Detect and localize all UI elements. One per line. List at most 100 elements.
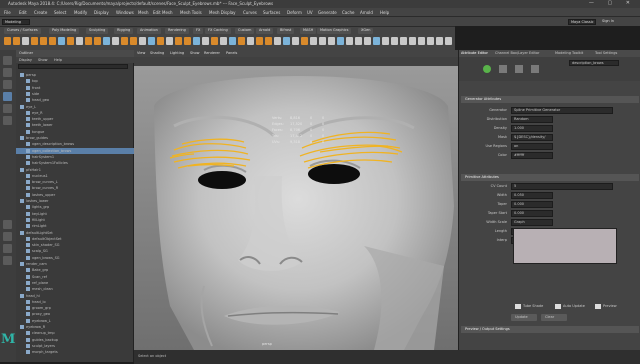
outliner-row[interactable]: lashes_upper: [16, 192, 134, 198]
shelf-tool-icon[interactable]: [274, 37, 281, 45]
outliner-row[interactable]: tongue: [16, 129, 134, 135]
tab-modeling-toolkit[interactable]: Modeling Toolkit: [555, 51, 583, 55]
menu-edit-mesh[interactable]: Edit Mesh: [153, 10, 173, 15]
menu-generate[interactable]: Generate: [318, 10, 337, 15]
attr-field[interactable]: 0.050: [511, 192, 553, 199]
shelf-tool-icon[interactable]: [202, 37, 209, 45]
outliner-row[interactable]: Bake_grp: [16, 267, 134, 273]
outliner-row[interactable]: ref_plane: [16, 280, 134, 286]
check-auto-update[interactable]: [555, 304, 561, 309]
layout-four-icon[interactable]: [3, 232, 12, 241]
menu-mesh[interactable]: Mesh: [138, 10, 149, 15]
outliner-row[interactable]: keyLight: [16, 211, 134, 217]
outliner-row[interactable]: render_cam: [16, 261, 134, 267]
shelf-tab[interactable]: Custom: [235, 28, 255, 34]
viewport-menu-lighting[interactable]: Lighting: [170, 51, 184, 55]
attr-field[interactable]: Graph: [511, 219, 553, 226]
viewport-panel[interactable]: View Shading Lighting Show Renderer Pane…: [134, 50, 458, 350]
shelf-tool-icon[interactable]: [256, 37, 263, 45]
clear-button[interactable]: Clear: [541, 314, 567, 321]
select-tool-icon[interactable]: [3, 56, 12, 65]
outliner-row[interactable]: nucleus1: [16, 173, 134, 179]
outliner-row[interactable]: front: [16, 85, 134, 91]
check-tube-shade[interactable]: [515, 304, 521, 309]
shelf-tab[interactable]: Animation: [137, 28, 161, 34]
shelf-tool-icon[interactable]: [193, 37, 200, 45]
shelf-tool-icon[interactable]: [301, 37, 308, 45]
menu-create[interactable]: Create: [34, 10, 47, 15]
outliner-row[interactable]: hairSystem1: [16, 154, 134, 160]
shelf-tab[interactable]: Rendering: [165, 28, 189, 34]
tab-tool-settings[interactable]: Tool Settings: [595, 51, 617, 55]
outliner-row[interactable]: eyebrow_R: [16, 324, 134, 330]
shelf-tool-icon[interactable]: [445, 37, 452, 45]
shelf-tool-icon[interactable]: [427, 37, 434, 45]
menu-cache[interactable]: Cache: [342, 10, 354, 15]
attr-field[interactable]: 0.000: [511, 210, 553, 217]
shelf-tool-icon[interactable]: [22, 37, 29, 45]
outliner-row[interactable]: brow_curves_R: [16, 185, 134, 191]
tab-channel-box[interactable]: Channel Box/Layer Editor: [495, 51, 539, 55]
outliner-row[interactable]: sculpt_layers: [16, 343, 134, 349]
shelf-tab[interactable]: Rigging: [114, 28, 134, 34]
outliner-row[interactable]: mesh_clean: [16, 286, 134, 292]
check-preview[interactable]: [595, 304, 601, 309]
shelf-tool-icon[interactable]: [40, 37, 47, 45]
viewport-menu-shading[interactable]: Shading: [150, 51, 164, 55]
comb-icon[interactable]: [499, 65, 507, 73]
shelf-tool-icon[interactable]: [67, 37, 74, 45]
shelf-tool-icon[interactable]: [157, 37, 164, 45]
outliner-row[interactable]: teeth_upper: [16, 116, 134, 122]
outliner-menu-show[interactable]: Show: [38, 58, 47, 62]
layout-single-icon[interactable]: [3, 220, 12, 229]
outliner-row[interactable]: pfxHair1: [16, 167, 134, 173]
attr-field[interactable]: Random: [511, 116, 553, 123]
outliner-row[interactable]: eyebrow_L: [16, 318, 134, 324]
menu-mesh-tools[interactable]: Mesh Tools: [180, 10, 202, 15]
menu-select[interactable]: Select: [54, 10, 66, 15]
shelf-tab[interactable]: Sculpting: [86, 28, 109, 34]
section-preview[interactable]: Preview / Output Settings: [461, 326, 639, 333]
outliner-row[interactable]: lights_grp: [16, 204, 134, 210]
guide-icon[interactable]: [531, 65, 539, 73]
outliner-row[interactable]: groom_grp: [16, 305, 134, 311]
shelf-tool-icon[interactable]: [328, 37, 335, 45]
outliner-row[interactable]: head_lo: [16, 299, 134, 305]
menu-display[interactable]: Display: [94, 10, 109, 15]
shelf-tool-icon[interactable]: [121, 37, 128, 45]
shelf-tool-icon[interactable]: [265, 37, 272, 45]
sign-in-button[interactable]: Sign In: [600, 19, 634, 25]
outliner-row[interactable]: fillLight: [16, 217, 134, 223]
width-scale-graph[interactable]: [513, 228, 617, 264]
shelf-tool-icon[interactable]: [382, 37, 389, 45]
shelf-tool-icon[interactable]: [283, 37, 290, 45]
outliner-row[interactable]: side: [16, 91, 134, 97]
shelf-tool-icon[interactable]: [4, 37, 11, 45]
outliner-row[interactable]: head_hi: [16, 293, 134, 299]
shelf-tool-icon[interactable]: [58, 37, 65, 45]
viewport-menu-renderer[interactable]: Renderer: [204, 51, 220, 55]
shelf-tab[interactable]: XGen: [358, 28, 374, 34]
lasso-tool-icon[interactable]: [3, 68, 12, 77]
shelf-tool-icon[interactable]: [373, 37, 380, 45]
outliner-row[interactable]: top: [16, 78, 134, 84]
outliner-row[interactable]: brow_curves_L: [16, 179, 134, 185]
shelf-tool-icon[interactable]: [13, 37, 20, 45]
outliner-search-input[interactable]: [18, 64, 128, 69]
shelf-tool-icon[interactable]: [337, 37, 344, 45]
shelf-tab[interactable]: FX Caching: [205, 28, 231, 34]
outliner-row[interactable]: eye_L: [16, 104, 134, 110]
attr-field[interactable]: 1.000: [511, 125, 553, 132]
shelf-tool-icon[interactable]: [211, 37, 218, 45]
shelf-tab[interactable]: FX: [193, 28, 204, 34]
attr-field[interactable]: Spline Primitive Generator: [511, 107, 613, 114]
attr-field[interactable]: 5: [511, 183, 613, 190]
rotate-tool-icon[interactable]: [3, 104, 12, 113]
shelf-tool-icon[interactable]: [184, 37, 191, 45]
layout-outliner-icon[interactable]: [3, 256, 12, 265]
outliner-row[interactable]: cleanup_tmp: [16, 330, 134, 336]
menu-edit[interactable]: Edit: [19, 10, 27, 15]
shelf-tool-icon[interactable]: [310, 37, 317, 45]
layout-two-icon[interactable]: [3, 244, 12, 253]
shelf-tool-icon[interactable]: [418, 37, 425, 45]
